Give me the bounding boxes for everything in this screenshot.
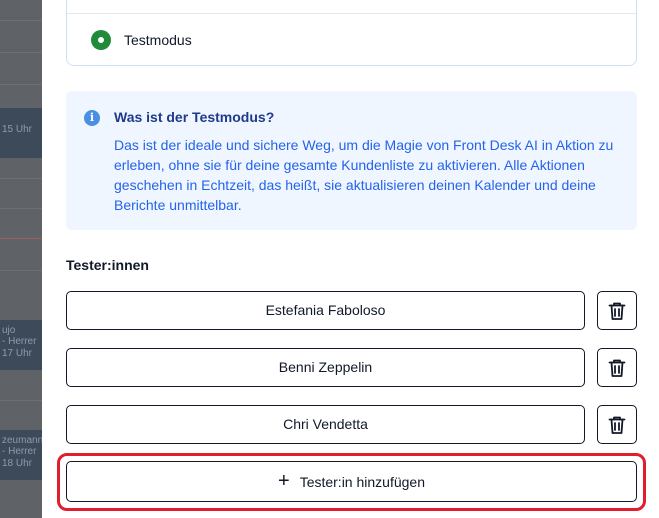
- event-time: 15 Uhr: [2, 124, 33, 135]
- add-tester-button[interactable]: + Tester:in hinzufügen: [66, 461, 637, 502]
- info-box: i Was ist der Testmodus? Das ist der ide…: [66, 91, 637, 230]
- testmode-label[interactable]: Testmodus: [124, 32, 192, 48]
- info-icon: i: [84, 110, 100, 126]
- event-time: 17 Uhr: [2, 348, 33, 359]
- background-calendar: 15 Uhr ujo - Herrer 17 Uhr zeumann - Her…: [0, 0, 42, 518]
- current-time-line: [0, 238, 42, 239]
- trash-icon: [608, 416, 626, 434]
- tester-row: Benni Zeppelin: [66, 348, 637, 388]
- calendar-event: 15 Uhr: [0, 108, 42, 158]
- tester-row: Estefania Faboloso: [66, 291, 637, 331]
- grid-line: [0, 52, 42, 53]
- testmode-radio[interactable]: [91, 30, 111, 50]
- grid-line: [0, 84, 42, 85]
- tester-name-field[interactable]: Benni Zeppelin: [66, 348, 585, 387]
- event-name: zeumann: [2, 435, 42, 446]
- delete-tester-button[interactable]: [597, 291, 637, 330]
- info-body: Das ist der ideale und sichere Weg, um d…: [114, 137, 614, 213]
- grid-line: [0, 400, 42, 401]
- tester-name-field[interactable]: Chri Vendetta: [66, 405, 585, 444]
- grid-line: [0, 178, 42, 179]
- event-name: - Herrer: [2, 446, 37, 457]
- divider: [67, 13, 636, 14]
- plus-icon: +: [278, 469, 290, 492]
- event-name: - Herrer: [2, 336, 37, 347]
- trash-icon: [608, 359, 626, 377]
- delete-tester-button[interactable]: [597, 348, 637, 387]
- mode-options: Testmodus: [66, 0, 637, 66]
- tester-name-field[interactable]: Estefania Faboloso: [66, 291, 585, 330]
- test-mode-panel: Testmodus i Was ist der Testmodus? Das i…: [42, 0, 659, 518]
- calendar-event: ujo - Herrer 17 Uhr: [0, 320, 42, 370]
- tester-row: Chri Vendetta: [66, 405, 637, 445]
- info-title: Was ist der Testmodus?: [114, 109, 275, 125]
- grid-line: [0, 208, 42, 209]
- calendar-event: zeumann - Herrer 18 Uhr: [0, 430, 42, 480]
- event-time: 18 Uhr: [2, 458, 33, 469]
- grid-line: [0, 20, 42, 21]
- testers-heading: Tester:innen: [66, 257, 149, 273]
- add-tester-label: Tester:in hinzufügen: [299, 473, 425, 490]
- event-name: ujo: [2, 325, 16, 336]
- delete-tester-button[interactable]: [597, 405, 637, 444]
- trash-icon: [608, 302, 626, 320]
- grid-line: [0, 270, 42, 271]
